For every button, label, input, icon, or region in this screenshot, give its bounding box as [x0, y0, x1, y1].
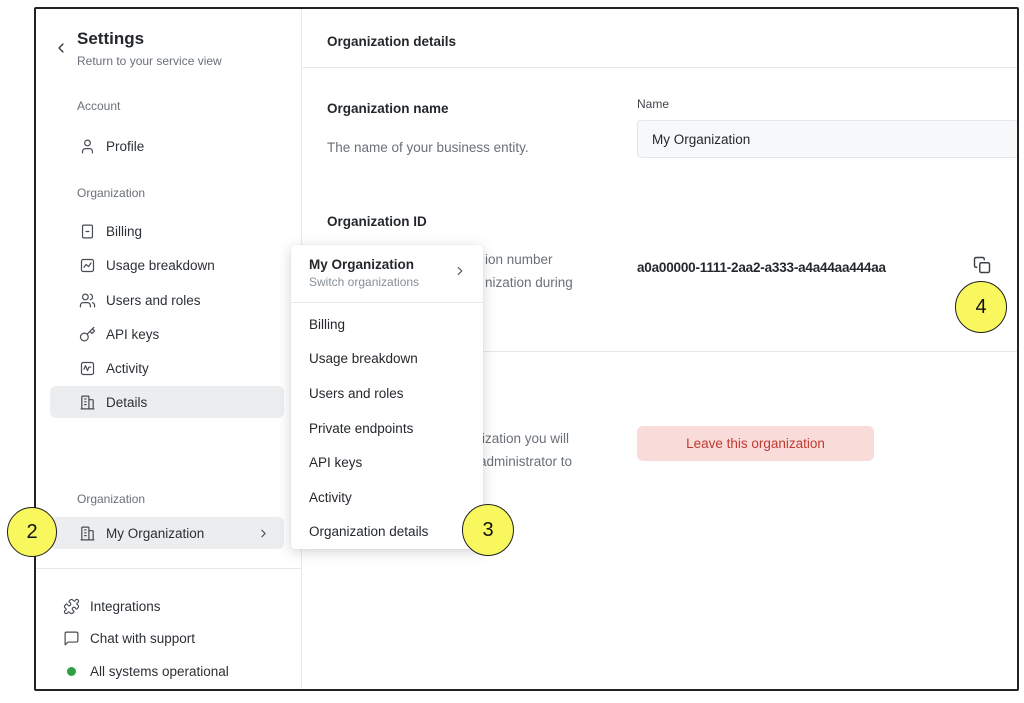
sidebar-item-usage-breakdown[interactable]: Usage breakdown — [50, 249, 284, 281]
page-subtitle: Return to your service view — [77, 54, 222, 68]
org-id-title: Organization ID — [327, 214, 427, 229]
panel-title: Organization details — [327, 34, 456, 49]
chart-icon — [79, 257, 96, 274]
sidebar-item-integrations[interactable]: Integrations — [63, 590, 161, 622]
leave-organization-button[interactable]: Leave this organization — [637, 426, 874, 461]
sidebar-item-profile[interactable]: Profile — [50, 130, 284, 162]
sidebar-item-details[interactable]: Details — [50, 386, 284, 418]
chevron-right-icon — [453, 264, 467, 278]
sidebar-divider — [36, 568, 301, 569]
menu-item-organization-details[interactable]: Organization details — [291, 515, 483, 550]
popup-header[interactable]: My Organization Switch organizations — [291, 245, 483, 289]
popup-divider — [291, 302, 483, 303]
page-title: Settings — [77, 29, 144, 49]
app-window: Settings Return to your service view Acc… — [34, 7, 1019, 691]
sidebar-item-system-status[interactable]: All systems operational — [63, 655, 229, 687]
org-name-description: The name of your business entity. — [327, 140, 529, 155]
menu-item-private-endpoints[interactable]: Private endpoints — [291, 411, 483, 446]
sidebar-item-label: API keys — [106, 327, 159, 342]
org-name-title: Organization name — [327, 101, 449, 116]
chevron-left-icon — [53, 40, 69, 56]
name-field-label: Name — [637, 97, 669, 111]
chat-bubble-icon — [63, 630, 80, 647]
callout-2: 2 — [7, 507, 57, 557]
sidebar-item-label: Integrations — [90, 599, 161, 614]
sidebar-item-label: Billing — [106, 224, 142, 239]
sidebar-item-label: Activity — [106, 361, 149, 376]
sidebar-item-label: Usage breakdown — [106, 258, 215, 273]
pulse-icon — [79, 360, 96, 377]
org-name-input[interactable] — [637, 120, 1019, 158]
chevron-right-icon — [255, 525, 272, 542]
callout-3: 3 — [462, 504, 514, 556]
leave-description-fragment-1: ization you will — [482, 431, 569, 446]
menu-item-users-and-roles[interactable]: Users and roles — [291, 376, 483, 411]
sidebar-item-billing[interactable]: Billing — [50, 215, 284, 247]
copy-button[interactable] — [971, 255, 993, 277]
sidebar-item-my-organization[interactable]: My Organization — [50, 517, 284, 549]
callout-4-number: 4 — [975, 296, 986, 319]
section-label-organization-2: Organization — [77, 492, 145, 506]
popup-org-name: My Organization — [309, 257, 467, 272]
section-label-account: Account — [77, 99, 120, 113]
key-icon — [79, 326, 96, 343]
menu-item-billing[interactable]: Billing — [291, 307, 483, 342]
menu-item-usage-breakdown[interactable]: Usage breakdown — [291, 342, 483, 377]
callout-2-number: 2 — [26, 521, 37, 544]
sidebar-item-label: Chat with support — [90, 631, 195, 646]
leave-description-fragment-2: administrator to — [479, 454, 572, 469]
sidebar-item-chat-support[interactable]: Chat with support — [63, 622, 195, 654]
menu-item-activity[interactable]: Activity — [291, 480, 483, 515]
org-id-description-fragment-2: nization during — [485, 275, 573, 290]
sidebar-item-api-keys[interactable]: API keys — [50, 318, 284, 350]
building-icon — [79, 525, 96, 542]
puzzle-icon — [63, 598, 80, 615]
header-divider — [302, 67, 1017, 68]
menu-item-api-keys[interactable]: API keys — [291, 445, 483, 480]
sidebar-item-users-and-roles[interactable]: Users and roles — [50, 284, 284, 316]
callout-4: 4 — [955, 281, 1007, 333]
settings-sidebar: Settings Return to your service view Acc… — [36, 9, 302, 689]
sidebar-item-label: My Organization — [106, 526, 204, 541]
callout-3-number: 3 — [482, 519, 493, 542]
sidebar-item-label: Profile — [106, 139, 144, 154]
organization-switcher-popup: My Organization Switch organizations Bil… — [291, 245, 483, 549]
popup-menu: Billing Usage breakdown Users and roles … — [291, 307, 483, 549]
org-id-description-fragment-1: ion number — [485, 252, 553, 267]
sidebar-item-activity[interactable]: Activity — [50, 352, 284, 384]
org-id-value: a0a00000-1111-2aa2-a333-a4a44aa444aa — [637, 260, 886, 275]
section-label-organization: Organization — [77, 186, 145, 200]
status-dot-icon — [63, 663, 80, 680]
status-label: All systems operational — [90, 664, 229, 679]
sidebar-item-label: Details — [106, 395, 147, 410]
back-button[interactable] — [50, 38, 72, 60]
invoice-icon — [79, 223, 96, 240]
building-icon — [79, 394, 96, 411]
user-icon — [79, 138, 96, 155]
sidebar-item-label: Users and roles — [106, 293, 201, 308]
copy-icon — [973, 256, 991, 274]
popup-subtitle: Switch organizations — [309, 275, 467, 289]
users-icon — [79, 292, 96, 309]
